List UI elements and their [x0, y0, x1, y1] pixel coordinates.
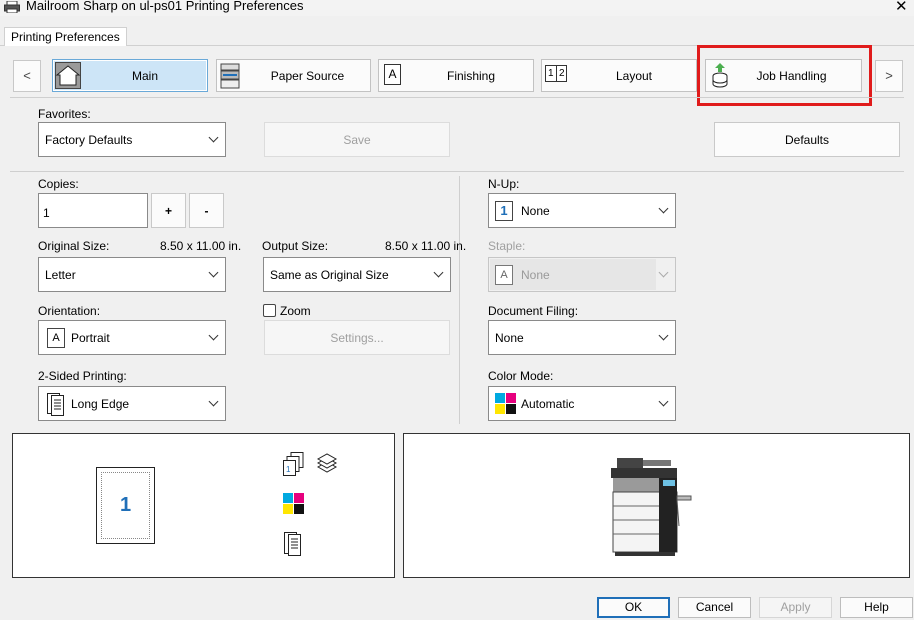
color-status-icon [283, 493, 304, 514]
orientation-value: Portrait [71, 331, 110, 345]
layout-icon: 12 [545, 65, 567, 82]
color-mode-label: Color Mode: [488, 369, 554, 383]
nup-label: N-Up: [488, 177, 520, 191]
copies-status-icon: 1 [283, 452, 304, 476]
chevron-down-icon [658, 396, 669, 407]
home-icon [55, 62, 81, 89]
printer-icon [4, 1, 20, 13]
ok-button[interactable]: OK [597, 597, 670, 618]
color-mode-select[interactable]: Automatic [488, 386, 676, 421]
chevron-down-icon [208, 396, 219, 407]
nup-select[interactable]: 1 None [488, 193, 676, 228]
close-button[interactable]: ✕ [895, 0, 908, 15]
title-bar: Mailroom Sharp on ul-ps01 Printing Prefe… [0, 0, 914, 16]
tab-main-label: Main [131, 69, 158, 83]
settings-preview: 1 1 [12, 433, 395, 578]
zoom-label: Zoom [280, 304, 311, 318]
help-button[interactable]: Help [840, 597, 913, 618]
original-size-dims: 8.50 x 11.00 in. [160, 239, 242, 253]
chevron-down-icon [208, 330, 219, 341]
chevron-down-icon [658, 330, 669, 341]
finishing-icon: A [384, 64, 401, 85]
favorites-value: Factory Defaults [45, 133, 133, 147]
favorites-select[interactable]: Factory Defaults [38, 122, 226, 157]
color-mode-icon [495, 393, 516, 414]
save-button[interactable]: Save [264, 122, 450, 157]
apply-button[interactable]: Apply [759, 597, 832, 618]
printer-preview [403, 433, 910, 578]
tab-finishing-label: Finishing [446, 69, 496, 83]
original-size-value: Letter [45, 268, 76, 282]
copies-plus-button[interactable]: + [151, 193, 186, 228]
tab-finishing[interactable]: A Finishing [378, 59, 534, 92]
page-preview: 1 [96, 467, 155, 544]
tab-paper-source[interactable]: Paper Source [216, 59, 371, 92]
copies-input[interactable]: 1 [38, 193, 148, 228]
output-size-value: Same as Original Size [270, 268, 389, 282]
document-filing-value: None [495, 331, 524, 345]
printer-icon [220, 63, 240, 89]
copies-value: 1 [43, 206, 50, 220]
copies-label: Copies: [38, 177, 79, 191]
nup-value: None [521, 204, 550, 218]
favorites-label: Favorites: [38, 107, 91, 121]
orientation-label: Orientation: [38, 304, 101, 318]
duplex-status-icon [284, 532, 301, 556]
chevron-down-icon [433, 267, 444, 278]
window-title: Mailroom Sharp on ul-ps01 Printing Prefe… [26, 0, 304, 13]
tab-layout[interactable]: 12 Layout [541, 59, 697, 92]
plus-icon: + [164, 204, 172, 218]
nup-icon: 1 [495, 201, 513, 221]
portrait-icon: A [47, 328, 65, 348]
staple-value: None [521, 268, 550, 282]
staple-icon: A [495, 265, 513, 285]
tab-main[interactable]: Main [52, 59, 208, 92]
staple-field-bg [490, 259, 656, 290]
zoom-checkbox[interactable] [263, 304, 276, 317]
original-size-label: Original Size: [38, 239, 110, 253]
two-sided-select[interactable]: Long Edge [38, 386, 226, 421]
paper-stack-icon [316, 453, 338, 473]
nav-next-button[interactable]: > [875, 60, 903, 92]
output-size-label: Output Size: [262, 239, 329, 253]
svg-text:1: 1 [286, 465, 291, 474]
output-size-dims: 8.50 x 11.00 in. [385, 239, 467, 253]
settings-label: Settings... [330, 331, 384, 345]
cancel-button[interactable]: Cancel [678, 597, 751, 618]
copies-minus-button[interactable]: - [189, 193, 224, 228]
tab-printing-preferences[interactable]: Printing Preferences [4, 27, 127, 46]
chevron-down-icon [658, 267, 669, 278]
minus-icon: - [204, 204, 209, 218]
tab-paper-source-label: Paper Source [270, 69, 345, 83]
color-mode-value: Automatic [521, 397, 575, 411]
staple-select[interactable]: A None [488, 257, 676, 292]
page-number: 1 [119, 494, 132, 516]
defaults-label: Defaults [784, 133, 830, 147]
defaults-button[interactable]: Defaults [714, 122, 900, 157]
output-size-select[interactable]: Same as Original Size [263, 257, 451, 292]
favorites-divider [10, 171, 904, 172]
save-label: Save [343, 133, 371, 147]
nav-prev-button[interactable]: < [13, 60, 41, 92]
tab-layout-label: Layout [615, 69, 653, 83]
chevron-down-icon [658, 203, 669, 214]
two-sided-value: Long Edge [71, 397, 130, 411]
document-filing-select[interactable]: None [488, 320, 676, 355]
orientation-select[interactable]: A Portrait [38, 320, 226, 355]
staple-label: Staple: [488, 239, 526, 253]
original-size-select[interactable]: Letter [38, 257, 226, 292]
duplex-icon [47, 393, 64, 416]
document-filing-label: Document Filing: [488, 304, 579, 318]
printer-illustration-icon [611, 458, 692, 556]
nav-divider [10, 97, 904, 98]
zoom-settings-button[interactable]: Settings... [264, 320, 450, 355]
chevron-down-icon [208, 267, 219, 278]
two-sided-label: 2-Sided Printing: [38, 369, 127, 383]
chevron-down-icon [208, 132, 219, 143]
column-divider [459, 176, 460, 424]
